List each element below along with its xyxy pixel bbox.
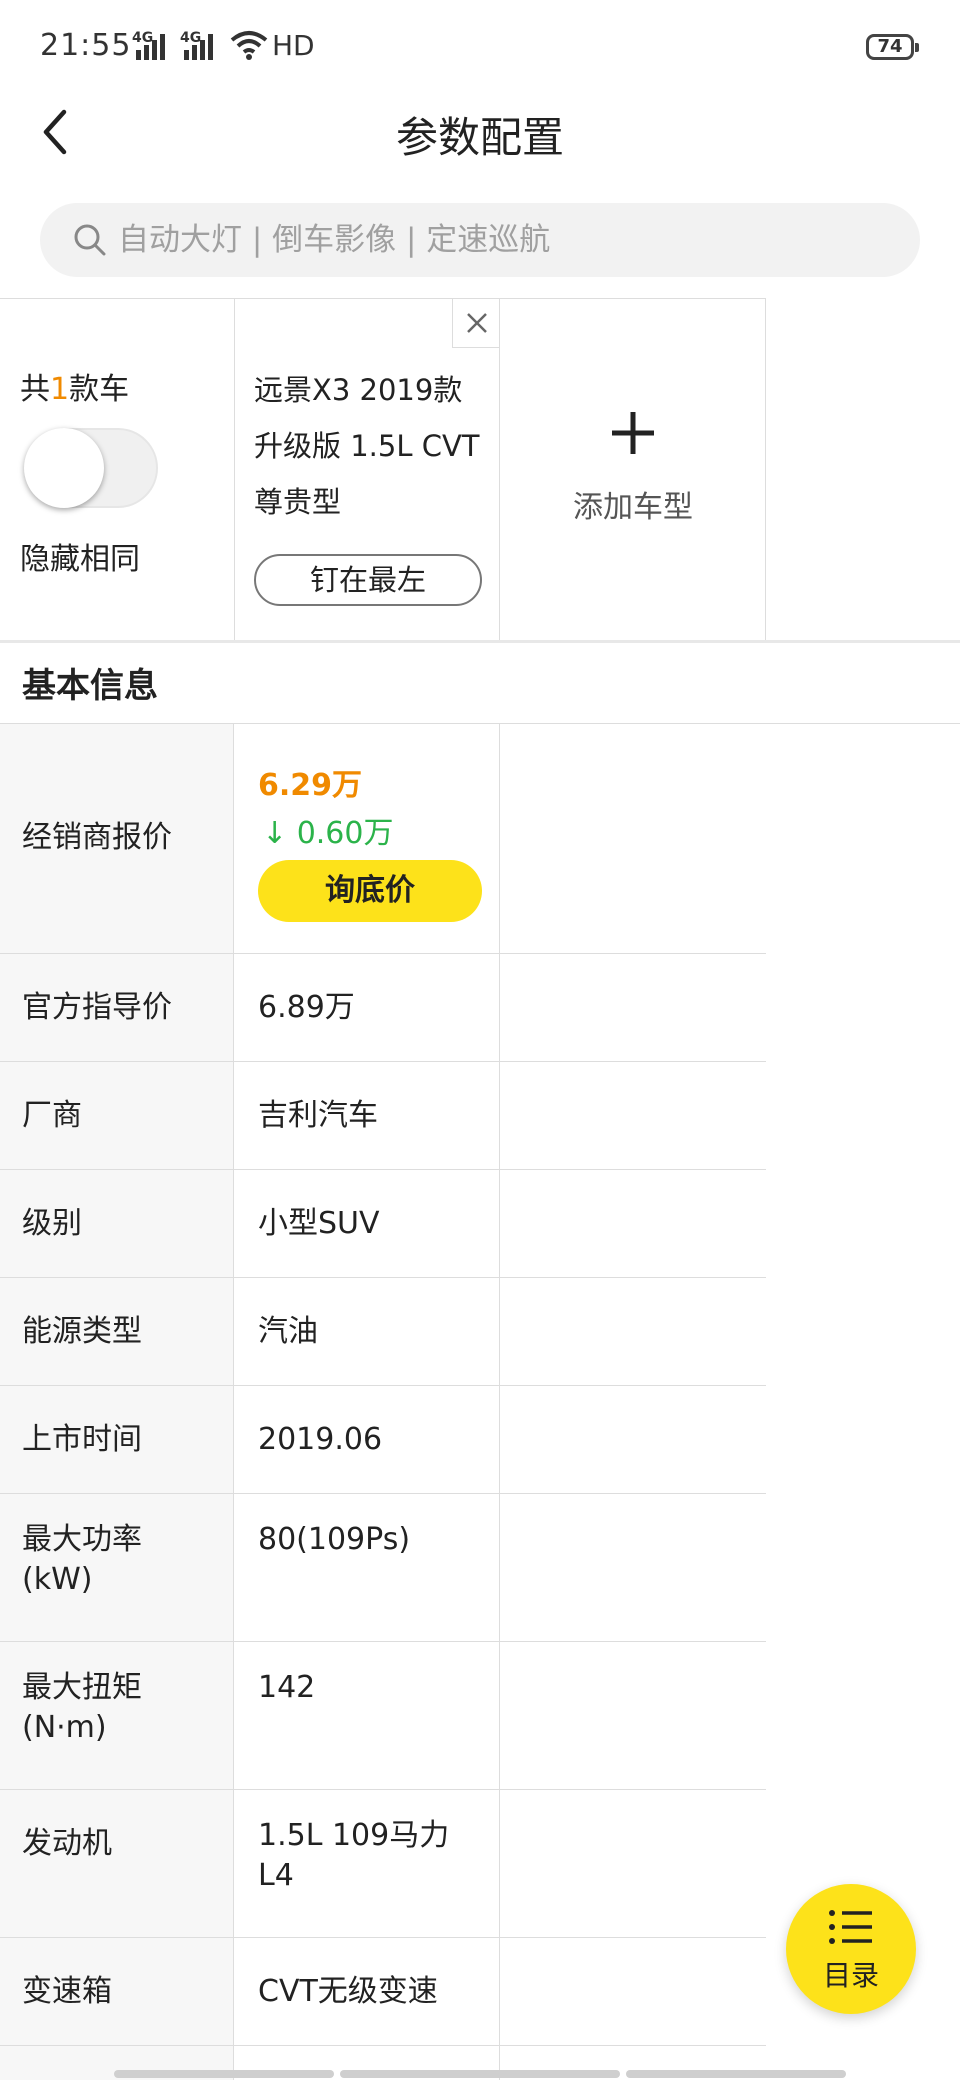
row-label-cell: 级别 bbox=[0, 1170, 234, 1277]
list-icon bbox=[829, 1910, 872, 1944]
row-label-cell: 发动机 bbox=[0, 1790, 234, 1937]
table-row: 变速箱 CVT无级变速 bbox=[0, 1938, 766, 2046]
row-label-cell: 变速箱 bbox=[0, 1938, 234, 2045]
row-value: 2019.06 bbox=[258, 1422, 383, 1457]
table-row: 级别 小型SUV bbox=[0, 1170, 766, 1278]
status-time: 21:55 bbox=[40, 28, 132, 63]
page-title: 参数配置 bbox=[395, 113, 564, 162]
table-row: 最大扭矩 (N·m) 142 bbox=[0, 1642, 766, 1790]
row-value: 1.5L 109马力 L4 bbox=[258, 1818, 450, 1893]
wifi-icon bbox=[230, 31, 268, 60]
column-divider bbox=[499, 1938, 500, 2045]
row-label-cell: 最大功率 (kW) bbox=[0, 1494, 234, 1641]
row-label: 官方指导价 bbox=[22, 990, 172, 1025]
battery-icon: 74 bbox=[866, 34, 919, 60]
price-drop-value: 0.60万 bbox=[296, 816, 394, 851]
column-divider bbox=[499, 1790, 500, 1937]
count-number: 1 bbox=[50, 372, 70, 407]
table-row: 能源类型 汽油 bbox=[0, 1278, 766, 1386]
signal-icon bbox=[136, 34, 165, 60]
row-label: 厂商 bbox=[22, 1098, 82, 1133]
ask-lowest-price-button[interactable]: 询底价 bbox=[258, 860, 482, 922]
table-row: 官方指导价 6.89万 bbox=[0, 954, 766, 1062]
dealer-price: 6.29万 bbox=[258, 768, 363, 803]
down-arrow-icon: ↓ bbox=[262, 816, 288, 851]
row-value: 小型SUV bbox=[258, 1206, 380, 1241]
catalog-label[interactable]: 目录 bbox=[786, 1954, 916, 1994]
row-label: 最大扭矩 (N·m) bbox=[22, 1670, 142, 1745]
car-count: 共1款车 bbox=[20, 364, 129, 408]
signal-icon-2 bbox=[184, 34, 213, 60]
battery-level: 74 bbox=[877, 36, 903, 57]
row-label: 经销商报价 bbox=[22, 820, 172, 855]
add-car-label[interactable]: 添加车型 bbox=[500, 482, 766, 526]
hd-label: HD bbox=[272, 29, 315, 62]
row-value: 142 bbox=[258, 1670, 316, 1705]
row-label-cell: 能源类型 bbox=[0, 1278, 234, 1385]
count-suffix: 款车 bbox=[69, 372, 130, 407]
status-bar: 21:55 4G 4G HD 74 bbox=[0, 0, 960, 90]
search-icon bbox=[74, 224, 106, 256]
table-row: 最大功率 (kW) 80(109Ps) bbox=[0, 1494, 766, 1642]
column-divider bbox=[499, 1170, 500, 1277]
row-label-cell: 官方指导价 bbox=[0, 954, 234, 1061]
count-prefix: 共 bbox=[20, 372, 50, 407]
column-divider bbox=[499, 724, 500, 953]
row-value: 6.89万 bbox=[258, 990, 355, 1025]
catalog-button[interactable] bbox=[786, 1884, 916, 2014]
scrollbar[interactable] bbox=[114, 2070, 334, 2078]
scrollbar[interactable] bbox=[340, 2070, 620, 2078]
section-title: 基本信息 bbox=[22, 666, 158, 706]
remove-car-button[interactable] bbox=[452, 298, 500, 348]
row-value: CVT无级变速 bbox=[258, 1974, 438, 2009]
row-label: 能源类型 bbox=[22, 1314, 142, 1349]
column-divider bbox=[499, 1278, 500, 1385]
row-label-cell: 最大扭矩 (N·m) bbox=[0, 1642, 234, 1789]
row-value: 80(109Ps) bbox=[258, 1522, 411, 1557]
column-divider bbox=[499, 1062, 500, 1169]
row-value: 汽油 bbox=[258, 1314, 318, 1349]
column-divider bbox=[499, 298, 500, 640]
row-label-cell: 厂商 bbox=[0, 1062, 234, 1169]
row-label-cell: 上市时间 bbox=[0, 1386, 234, 1493]
row-value: 吉利汽车 bbox=[258, 1098, 378, 1133]
toggle-knob[interactable] bbox=[24, 428, 104, 508]
close-icon bbox=[467, 313, 487, 333]
column-divider bbox=[234, 298, 235, 640]
column-divider bbox=[499, 1642, 500, 1789]
car-model-name: 远景X3 2019款 升级版 1.5L CVT尊贵型 bbox=[254, 373, 480, 519]
table-row: 发动机 1.5L 109马力 L4 bbox=[0, 1790, 766, 1938]
column-divider bbox=[499, 1494, 500, 1641]
row-label: 级别 bbox=[22, 1206, 82, 1241]
add-car-plus-icon[interactable] bbox=[610, 410, 656, 456]
column-divider bbox=[499, 954, 500, 1061]
pin-left-button[interactable]: 钉在最左 bbox=[254, 554, 482, 606]
price-drop: ↓ 0.60万 bbox=[262, 808, 393, 852]
table-row: 上市时间 2019.06 bbox=[0, 1386, 766, 1494]
row-label: 变速箱 bbox=[22, 1974, 112, 2009]
row-label-cell: 经销商报价 bbox=[0, 724, 234, 953]
search-input[interactable] bbox=[118, 206, 878, 274]
row-label: 发动机 bbox=[22, 1826, 112, 1861]
scrollbar[interactable] bbox=[626, 2070, 846, 2078]
table-row: 厂商 吉利汽车 bbox=[0, 1062, 766, 1170]
column-divider bbox=[499, 1386, 500, 1493]
hide-same-label: 隐藏相同 bbox=[20, 542, 140, 577]
row-label: 上市时间 bbox=[22, 1422, 142, 1457]
row-label: 最大功率 (kW) bbox=[22, 1522, 142, 1597]
